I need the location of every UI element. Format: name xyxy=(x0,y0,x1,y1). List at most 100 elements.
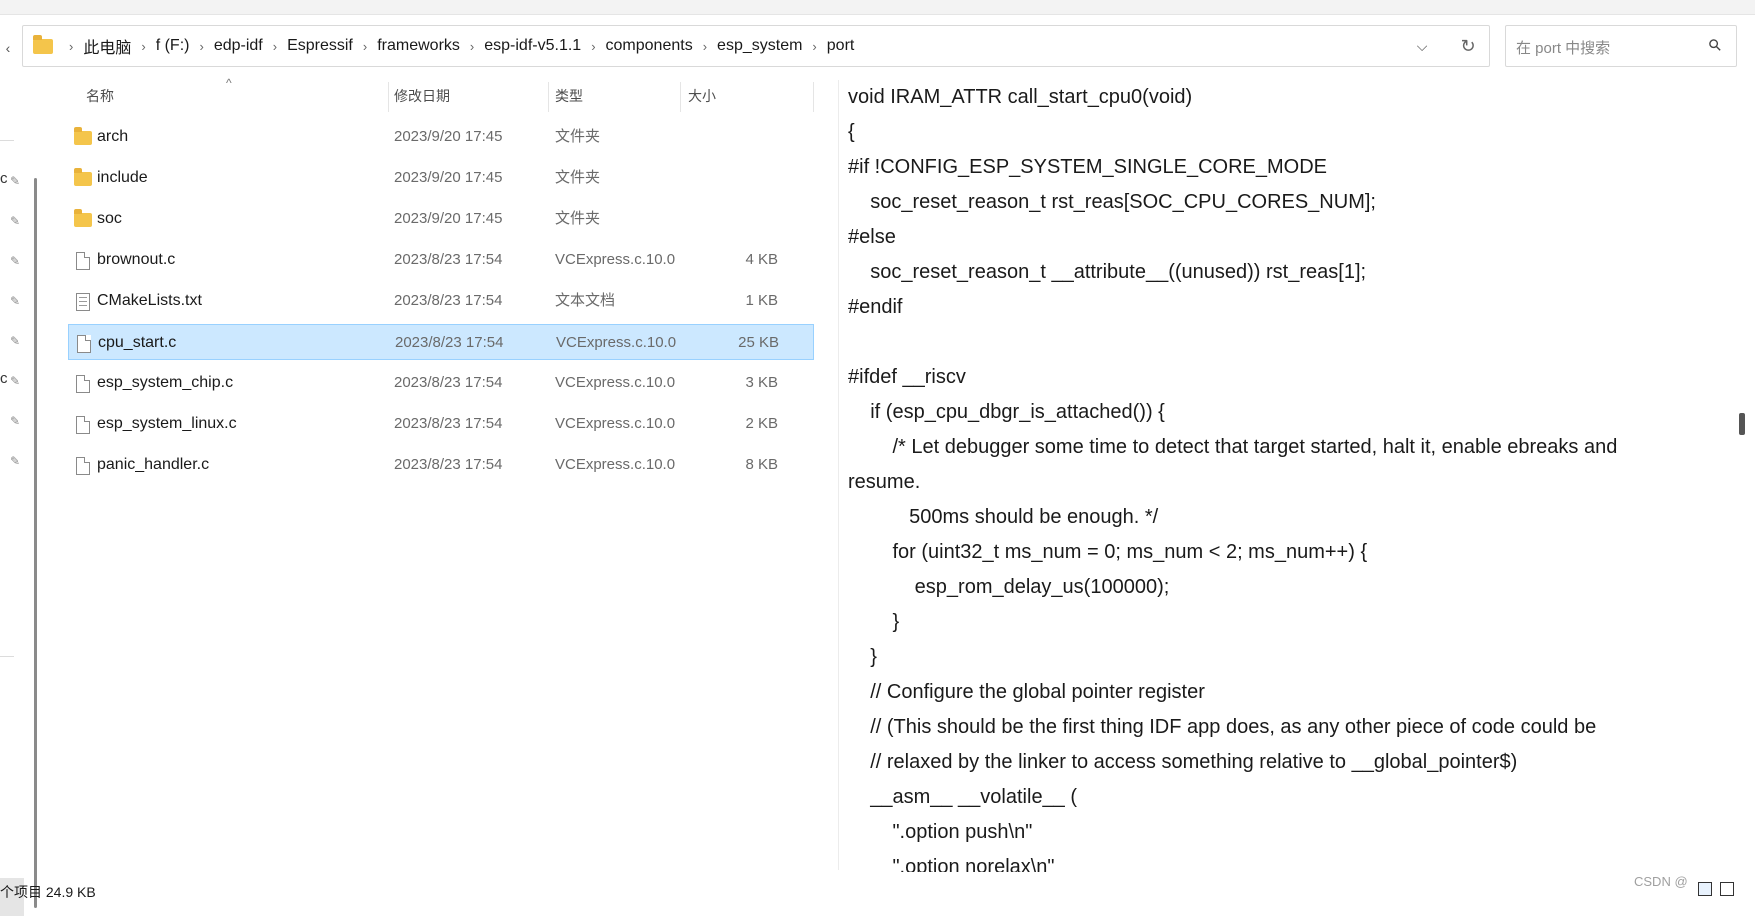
file-size: 8 KB xyxy=(745,456,778,473)
breadcrumb-esp-idf[interactable]: esp-idf-v5.1.1 xyxy=(484,37,581,55)
pin-icon[interactable]: ✎ xyxy=(8,374,22,388)
file-row-selected[interactable]: cpu_start.c 2023/8/23 17:54 VCExpress.c.… xyxy=(68,324,814,360)
file-name[interactable]: esp_system_chip.c xyxy=(97,365,233,401)
pane-divider[interactable] xyxy=(838,80,839,870)
file-size: 25 KB xyxy=(738,334,779,351)
pin-icon[interactable]: ✎ xyxy=(8,414,22,428)
pin-icon[interactable]: ✎ xyxy=(8,254,22,268)
code-line: ".option norelax\n" xyxy=(848,856,1055,872)
code-line: // relaxed by the linker to access somet… xyxy=(848,751,1518,773)
breadcrumb-components[interactable]: components xyxy=(606,37,693,55)
pin-icon[interactable]: ✎ xyxy=(8,174,22,188)
nav-item-label[interactable]: c xyxy=(0,370,8,387)
file-size xyxy=(678,201,778,237)
chevron-right-icon[interactable]: › xyxy=(141,39,145,54)
file-size: 2 KB xyxy=(745,415,778,432)
column-divider[interactable] xyxy=(680,82,681,112)
code-line: } xyxy=(848,611,900,633)
folder-icon xyxy=(33,34,53,54)
file-row[interactable]: arch 2023/9/20 17:45 文件夹 xyxy=(68,119,814,155)
column-header-type[interactable]: 类型 xyxy=(555,80,583,112)
column-divider[interactable] xyxy=(813,82,814,112)
navigation-pane: c ✎ ✎ ✎ ✎ ✎ c ✎ ✎ ✎ xyxy=(0,78,40,916)
file-name[interactable]: esp_system_linux.c xyxy=(97,406,237,442)
preview-scrollbar[interactable] xyxy=(1740,80,1750,880)
pin-icon[interactable]: ✎ xyxy=(8,294,22,308)
file-row[interactable]: panic_handler.c 2023/8/23 17:54 VCExpres… xyxy=(68,447,814,483)
column-header-size[interactable]: 大小 xyxy=(688,80,716,112)
file-name[interactable]: brownout.c xyxy=(97,242,175,278)
code-line: // (This should be the first thing IDF a… xyxy=(848,716,1597,738)
status-text: 个项目 24.9 KB xyxy=(0,884,96,900)
preview-pane[interactable]: void IRAM_ATTR call_start_cpu0(void) { #if… xyxy=(848,86,1688,872)
code-line: for (uint32_t ms_num = 0; ms_num < 2; ms… xyxy=(848,541,1368,563)
code-line: ".option push\n" xyxy=(848,821,1033,843)
code-line: #endif xyxy=(848,296,903,318)
details-view-icon[interactable] xyxy=(1698,882,1712,896)
breadcrumb-drive-f[interactable]: f (F:) xyxy=(156,37,190,55)
address-bar[interactable]: › 此电脑 › f (F:) › edp-idf › Espressif › f… xyxy=(22,25,1490,67)
pin-icon[interactable]: ✎ xyxy=(8,454,22,468)
chevron-right-icon[interactable]: › xyxy=(69,39,73,54)
code-line: // Configure the global pointer register xyxy=(848,681,1205,703)
chevron-right-icon[interactable]: › xyxy=(591,39,595,54)
chevron-up-icon[interactable]: ‹ xyxy=(0,38,16,58)
file-row[interactable]: brownout.c 2023/8/23 17:54 VCExpress.c.1… xyxy=(68,242,814,278)
search-input[interactable] xyxy=(1514,35,1698,61)
file-row[interactable]: include 2023/9/20 17:45 文件夹 xyxy=(68,160,814,196)
file-name[interactable]: cpu_start.c xyxy=(98,325,176,361)
search-box[interactable]: ⚲ xyxy=(1505,25,1737,67)
column-divider[interactable] xyxy=(548,82,549,112)
column-header-name[interactable]: 名称 xyxy=(86,80,114,112)
chevron-down-icon[interactable]: ⌵ xyxy=(1411,35,1433,57)
chevron-right-icon[interactable]: › xyxy=(812,39,816,54)
file-row[interactable]: soc 2023/9/20 17:45 文件夹 xyxy=(68,201,814,237)
file-name[interactable]: CMakeLists.txt xyxy=(97,283,202,319)
nav-scrollbar[interactable] xyxy=(34,178,37,908)
code-line: { xyxy=(848,121,855,143)
file-name[interactable]: arch xyxy=(97,119,128,155)
file-row[interactable]: esp_system_chip.c 2023/8/23 17:54 VCExpr… xyxy=(68,365,814,401)
chevron-right-icon[interactable]: › xyxy=(273,39,277,54)
breadcrumb-edp-idf[interactable]: edp-idf xyxy=(214,37,263,55)
chevron-right-icon[interactable]: › xyxy=(703,39,707,54)
divider xyxy=(0,656,14,657)
code-line: #if !CONFIG_ESP_SYSTEM_SINGLE_CORE_MODE xyxy=(848,156,1328,178)
file-type: 文件夹 xyxy=(555,169,601,186)
search-icon[interactable]: ⚲ xyxy=(1702,32,1730,60)
file-type: VCExpress.c.10.0 xyxy=(555,415,676,432)
breadcrumb-espressif[interactable]: Espressif xyxy=(287,37,353,55)
file-row[interactable]: esp_system_linux.c 2023/8/23 17:54 VCExp… xyxy=(68,406,814,442)
file-date: 2023/8/23 17:54 xyxy=(394,292,503,309)
file-name[interactable]: soc xyxy=(97,201,122,237)
file-name[interactable]: include xyxy=(97,160,148,196)
chevron-right-icon[interactable]: › xyxy=(363,39,367,54)
file-type: VCExpress.c.10.0 xyxy=(555,251,676,268)
file-list: ^ 名称 修改日期 类型 大小 arch 2023/9/20 17:45 文件夹… xyxy=(68,76,818,880)
file-date: 2023/9/20 17:45 xyxy=(394,169,503,186)
breadcrumb-port[interactable]: port xyxy=(827,37,855,55)
file-date: 2023/8/23 17:54 xyxy=(394,374,503,391)
file-size xyxy=(678,160,778,196)
code-line: #else xyxy=(848,226,896,248)
status-bar: 个项目 24.9 KB xyxy=(0,880,1755,900)
breadcrumb-frameworks[interactable]: frameworks xyxy=(377,37,460,55)
pin-icon[interactable]: ✎ xyxy=(8,214,22,228)
file-date: 2023/8/23 17:54 xyxy=(394,456,503,473)
tiles-view-icon[interactable] xyxy=(1720,882,1734,896)
column-divider[interactable] xyxy=(388,82,389,112)
breadcrumb-this-pc[interactable]: 此电脑 xyxy=(83,34,131,58)
chevron-right-icon[interactable]: › xyxy=(470,39,474,54)
chevron-right-icon[interactable]: › xyxy=(199,39,203,54)
file-size: 1 KB xyxy=(745,292,778,309)
code-line: /* Let debugger some time to detect that… xyxy=(848,436,1618,458)
column-header-date[interactable]: 修改日期 xyxy=(394,80,450,112)
code-line: void IRAM_ATTR call_start_cpu0(void) xyxy=(848,86,1193,108)
scrollbar-thumb[interactable] xyxy=(1739,413,1745,435)
refresh-icon[interactable]: ↻ xyxy=(1456,34,1480,58)
pin-icon[interactable]: ✎ xyxy=(8,334,22,348)
file-name[interactable]: panic_handler.c xyxy=(97,447,209,483)
nav-item-label[interactable]: c xyxy=(0,170,8,187)
file-row[interactable]: CMakeLists.txt 2023/8/23 17:54 文本文档 1 KB xyxy=(68,283,814,319)
breadcrumb-esp-system[interactable]: esp_system xyxy=(717,37,802,55)
